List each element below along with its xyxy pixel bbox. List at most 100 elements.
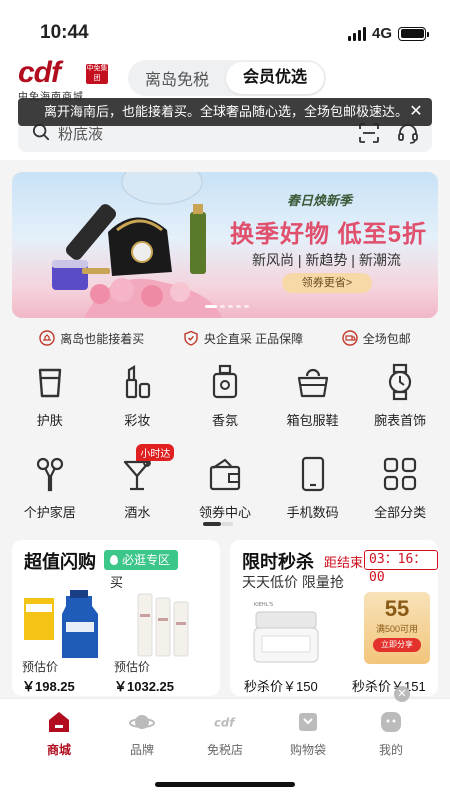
flash-sale-title: 限时秒杀 [242,552,314,572]
product-image-cleanser[interactable] [120,588,210,664]
category-personal-care[interactable]: 个护家居 [9,448,91,540]
close-icon[interactable]: ✕ [394,686,410,702]
product-image-cream-jar[interactable]: KIEHL'S [246,598,326,666]
tab-duty-free-store[interactable]: cdf 免税店 [185,709,265,758]
guarantee-label: 离岛也能接着买 [60,331,145,346]
banner-product-image [52,172,222,318]
banner-subtitle: 新风尚 | 新趋势 | 新潮流 [252,252,401,268]
toast-text: 离开海南后，也能接着买。全球奢品随心选，全场包邮极速达。 [44,104,409,119]
tab-duty-free[interactable]: 离岛免税 [128,66,226,90]
price-label: 预估价 [114,660,151,674]
product-price: ￥1032.25 [114,679,174,694]
price-label: 预估价 [22,660,59,674]
category-page-indicator [203,522,233,526]
watch-icon [389,363,412,401]
tab-brands[interactable]: 品牌 [102,709,182,758]
status-bar: 10:44 4G [0,0,450,52]
skincare-icon [38,368,61,398]
category-coupon-center[interactable]: 领券中心 [184,448,266,540]
shipping-icon [341,330,358,346]
category-bags[interactable]: 箱包服鞋 [272,356,354,448]
notice-toast: 离开海南后，也能接着买。全球奢品随心选，全场包邮极速达。 ✕ [18,98,432,126]
category-label: 香氛 [211,413,238,428]
category-label: 腕表首饰 [374,413,427,428]
status-indicators: 4G [347,25,429,42]
search-input[interactable]: 粉底液 [58,123,103,144]
category-watches[interactable]: 腕表首饰 [359,356,441,448]
mode-switch: 离岛免税 会员优选 [128,60,326,96]
flash-deals-title: 超值闪购 [24,552,96,572]
tab-profile[interactable]: 我的 [351,709,431,758]
category-perfume[interactable]: 香氛 [184,356,266,448]
guarantee-label: 央企直采 正品保障 [203,331,304,346]
category-label: 箱包服鞋 [286,413,339,428]
category-wine[interactable]: 小时达 酒水 [96,444,178,540]
must-visit-tag: 必逛专区 [104,550,179,570]
product-image-sunscreen[interactable] [18,588,108,664]
product-price: ￥198.25 [22,679,75,694]
phone-icon [301,456,324,492]
network-type: 4G [371,25,392,42]
coupon-amount: 55 [384,596,410,621]
coupon-condition: 满500可用 [375,624,419,634]
battery-icon [398,26,429,41]
category-label: 彩妆 [124,413,151,428]
cdf-logo-icon: cdf [214,716,236,730]
category-label: 个护家居 [23,505,76,520]
category-label: 全部分类 [374,505,427,520]
share-coupon-button[interactable]: 立即分享 [373,638,421,652]
tab-shopping-bag[interactable]: 购物袋 [268,709,348,758]
coupon-card[interactable]: 55 满500可用 立即分享 [364,592,430,664]
logo: cdf 中免集团 中免海南商城 [18,56,108,103]
countdown-label: 距结束 [324,555,364,570]
close-icon[interactable]: ✕ [406,98,426,126]
svg-text:cdf: cdf [214,716,236,730]
flash-sale-card[interactable]: 限时秒杀 距结束 03：16：00 天天低价 限量抢 KIEHL'S 55 满5… [230,540,438,696]
tab-label: 品牌 [129,743,154,757]
seckill-price: 秒杀价￥151 [352,679,426,694]
tab-label: 购物袋 [289,743,326,757]
header: cdf 中免集团 中免海南商城 离岛免税 会员优选 离开海南后，也能接着买。全球… [0,52,450,160]
perfume-icon [212,364,238,399]
island-icon [39,330,55,346]
home-indicator [155,782,295,787]
flash-deals-card[interactable]: 超值闪购 必逛专区 买 预估价 ￥198.25 预估价 ￥1032.25 [12,540,220,696]
tab-mall[interactable]: 商城 [19,709,99,758]
category-all[interactable]: 全部分类 [359,448,441,540]
flash-sale-subtitle: 天天低价 限量抢 [242,574,344,590]
tab-label: 免税店 [206,743,243,757]
category-label: 酒水 [124,505,151,520]
banner-tag: 春日焕新季 [287,193,353,208]
category-label: 手机数码 [286,505,339,520]
guarantee-item: 离岛也能接着买 [39,326,144,350]
category-skincare[interactable]: 护肤 [9,356,91,448]
tab-label: 我的 [378,743,403,757]
hourly-delivery-badge: 小时达 [136,444,175,461]
coupon-wallet-icon [209,458,241,491]
banner-title: 换季好物 低至5折 [230,221,428,248]
status-time: 10:44 [40,22,89,43]
category-electronics[interactable]: 手机数码 [272,448,354,540]
category-label: 护肤 [36,413,63,428]
shopping-bag-icon [299,713,317,731]
logo-mark: cdf [18,56,61,89]
logo-badge: 中免集团 [86,64,108,84]
home-icon [49,712,69,732]
banner-pagination [205,305,249,308]
service-guarantees: 离岛也能接着买 央企直采 正品保障 全场包邮 [0,326,450,350]
countdown-timer: 03：16：00 [364,550,438,585]
profile-icon [381,712,401,732]
category-label: 领券中心 [198,505,251,520]
guarantee-item: 全场包邮 [341,326,411,350]
category-grid: 护肤 彩妆 香氛 箱包服鞋 腕表首饰 个护家居 小时达 酒水 领券中心 手机数码… [0,356,450,540]
signal-icon [347,26,366,41]
tab-member-picks[interactable]: 会员优选 [226,62,324,94]
bag-icon [297,368,328,398]
get-coupon-button[interactable]: 领券更省> [282,273,372,293]
category-makeup[interactable]: 彩妆 [96,356,178,448]
svg-text:KIEHL'S: KIEHL'S [254,602,273,608]
promo-banner[interactable]: 春日焕新季 换季好物 低至5折 新风尚 | 新趋势 | 新潮流 领券更省> [12,172,438,318]
guarantee-item: 央企直采 正品保障 [183,326,303,350]
makeup-icon [126,365,151,399]
shield-icon [184,330,198,346]
